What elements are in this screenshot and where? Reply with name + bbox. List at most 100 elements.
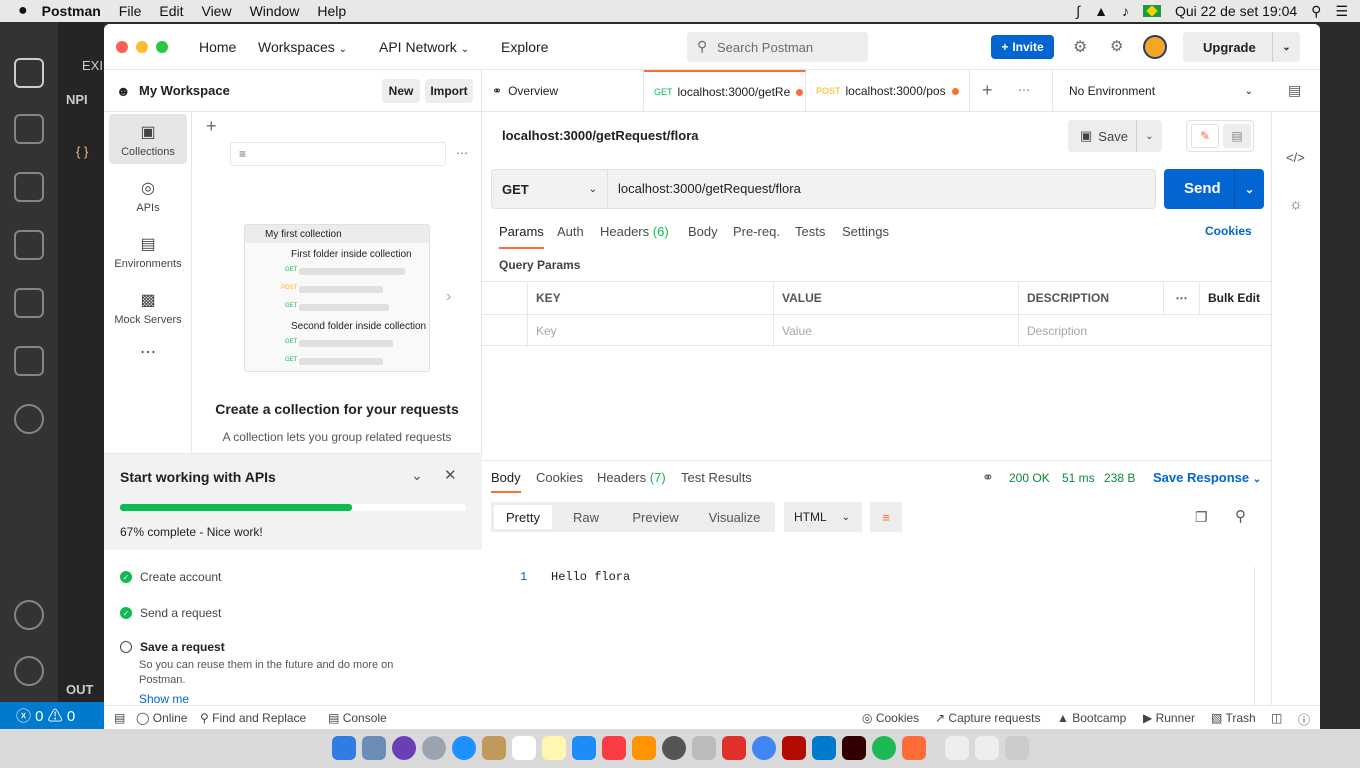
method-select[interactable]: GET ⌄: [492, 170, 608, 208]
scrollbar-track[interactable]: [1254, 567, 1255, 727]
nav-explore[interactable]: Explore: [501, 39, 548, 55]
save-response-button[interactable]: Save Response ⌄: [1153, 470, 1261, 485]
system-preferences-icon[interactable]: [662, 736, 686, 760]
edit-pencil-icon[interactable]: ✎: [1191, 124, 1219, 148]
tab-auth[interactable]: Auth: [557, 224, 584, 239]
key-input[interactable]: Key: [527, 314, 773, 347]
description-input[interactable]: Description: [1018, 314, 1271, 347]
trash-dock-icon[interactable]: [1005, 736, 1029, 760]
menu-window[interactable]: Window: [250, 3, 300, 19]
tab-params[interactable]: Params: [499, 224, 544, 249]
view-pretty[interactable]: Pretty: [491, 502, 555, 532]
nav-home[interactable]: Home: [199, 39, 236, 55]
illustrator-icon[interactable]: [842, 736, 866, 760]
apple-icon[interactable]: ●: [18, 2, 28, 20]
spotify-icon[interactable]: [872, 736, 896, 760]
help-icon[interactable]: ⓘ: [1298, 711, 1310, 728]
response-size[interactable]: 238 B: [1104, 471, 1135, 485]
environment-select[interactable]: No Environment ⌄: [1052, 70, 1267, 112]
spotlight-icon[interactable]: ⚲: [1311, 3, 1321, 20]
send-button[interactable]: Send ⌄: [1164, 169, 1264, 209]
settings-gear-icon[interactable]: [14, 656, 44, 686]
code-snippet-icon[interactable]: </>: [1286, 150, 1305, 165]
keyboard-flag-icon[interactable]: [1142, 5, 1161, 17]
workspace-title[interactable]: My Workspace: [139, 83, 230, 98]
notifications-bell-icon[interactable]: ⚙: [1110, 37, 1123, 55]
volume-icon[interactable]: ♪: [1122, 3, 1129, 19]
control-center-icon[interactable]: ☰: [1335, 3, 1348, 20]
resp-tab-test-results[interactable]: Test Results: [681, 470, 752, 485]
preview-icon[interactable]: [362, 736, 386, 760]
menubar-app-name[interactable]: Postman: [42, 3, 101, 19]
request-name[interactable]: localhost:3000/getRequest/flora: [502, 128, 699, 143]
tab-post-request[interactable]: POST localhost:3000/pos: [806, 70, 970, 112]
console-button[interactable]: ▤ Console: [328, 711, 387, 725]
invite-button[interactable]: + Invite: [991, 35, 1054, 59]
wrap-lines-icon[interactable]: ≡: [870, 502, 902, 532]
npm-scripts-header[interactable]: NPI: [66, 92, 88, 107]
save-button[interactable]: ▣ Save ⌄: [1068, 120, 1162, 152]
capture-requests-button[interactable]: ↗ Capture requests: [935, 711, 1040, 725]
menu-help[interactable]: Help: [317, 3, 346, 19]
menu-edit[interactable]: Edit: [159, 3, 183, 19]
run-debug-icon[interactable]: [14, 230, 44, 260]
menu-file[interactable]: File: [119, 3, 142, 19]
footer-cookies-button[interactable]: ◎ Cookies: [862, 711, 919, 725]
response-time[interactable]: 51 ms: [1062, 471, 1095, 485]
value-input[interactable]: Value: [773, 314, 1018, 347]
window-zoom-button[interactable]: [156, 41, 168, 53]
utility-icon[interactable]: [692, 736, 716, 760]
nav-api-network[interactable]: API Network ⌄: [379, 39, 469, 55]
search-icon[interactable]: ⚲: [1235, 507, 1246, 525]
response-body-text[interactable]: Hello flora: [551, 570, 630, 584]
acrobat-icon[interactable]: [782, 736, 806, 760]
url-input[interactable]: localhost:3000/getRequest/flora: [618, 181, 801, 196]
window-close-button[interactable]: [116, 41, 128, 53]
chevron-down-icon[interactable]: ⌄: [1272, 32, 1300, 62]
copy-icon[interactable]: ❐: [1195, 509, 1208, 526]
more-options-icon[interactable]: ⋯: [456, 146, 468, 160]
app-store-icon[interactable]: [572, 736, 596, 760]
collection-filter-input[interactable]: ≡: [230, 142, 446, 166]
resp-tab-headers[interactable]: Headers (7): [597, 470, 666, 485]
sidebar-item-collections[interactable]: ▣ Collections: [109, 114, 187, 164]
source-control-icon[interactable]: [14, 172, 44, 202]
view-preview[interactable]: Preview: [617, 502, 694, 532]
tab-tests[interactable]: Tests: [795, 224, 825, 239]
toggle-sidebar-icon[interactable]: ▤: [114, 711, 125, 725]
add-tab-icon[interactable]: +: [982, 80, 993, 101]
accounts-icon[interactable]: [14, 600, 44, 630]
stickies-icon[interactable]: [542, 736, 566, 760]
add-collection-icon[interactable]: +: [206, 116, 217, 137]
postman-dock-icon[interactable]: [902, 736, 926, 760]
search-icon[interactable]: [14, 114, 44, 144]
sidebar-item-mock-servers[interactable]: ▩ Mock Servers: [109, 282, 187, 332]
window-minimize-button[interactable]: [136, 41, 148, 53]
outline-header[interactable]: OUT: [66, 682, 93, 697]
books-icon[interactable]: [632, 736, 656, 760]
siri-icon[interactable]: [392, 736, 416, 760]
extensions-icon[interactable]: [14, 288, 44, 318]
sidebar-item-apis[interactable]: ◎ APIs: [109, 170, 187, 220]
downloads-stack-icon[interactable]: [945, 736, 969, 760]
tab-headers[interactable]: Headers (6): [600, 224, 669, 239]
resp-tab-body[interactable]: Body: [491, 470, 521, 493]
lightbulb-icon[interactable]: ☼: [1289, 196, 1303, 213]
status-code[interactable]: 200 OK: [1009, 471, 1050, 485]
runner-button[interactable]: ▶ Runner: [1143, 711, 1195, 725]
table-more-icon[interactable]: ⋯: [1163, 282, 1199, 314]
menubar-clock[interactable]: Qui 22 de set 19:04: [1175, 3, 1297, 19]
two-pane-icon[interactable]: ◫: [1271, 711, 1282, 725]
menu-view[interactable]: View: [201, 3, 231, 19]
globe-icon[interactable]: ⚭: [982, 469, 994, 486]
finder-icon[interactable]: [332, 736, 356, 760]
sidebar-item-environments[interactable]: ▤ Environments: [109, 226, 187, 276]
resp-tab-cookies[interactable]: Cookies: [536, 470, 583, 485]
comments-icon[interactable]: ▤: [1223, 124, 1251, 148]
show-me-link[interactable]: Show me: [139, 692, 189, 706]
vscode-icon[interactable]: [812, 736, 836, 760]
vscode-status-problems[interactable]: ⓧ 0 ⚠ 0: [0, 702, 104, 729]
nav-workspaces[interactable]: Workspaces ⌄: [258, 39, 347, 55]
tab-body[interactable]: Body: [688, 224, 718, 239]
tab-settings[interactable]: Settings: [842, 224, 889, 239]
